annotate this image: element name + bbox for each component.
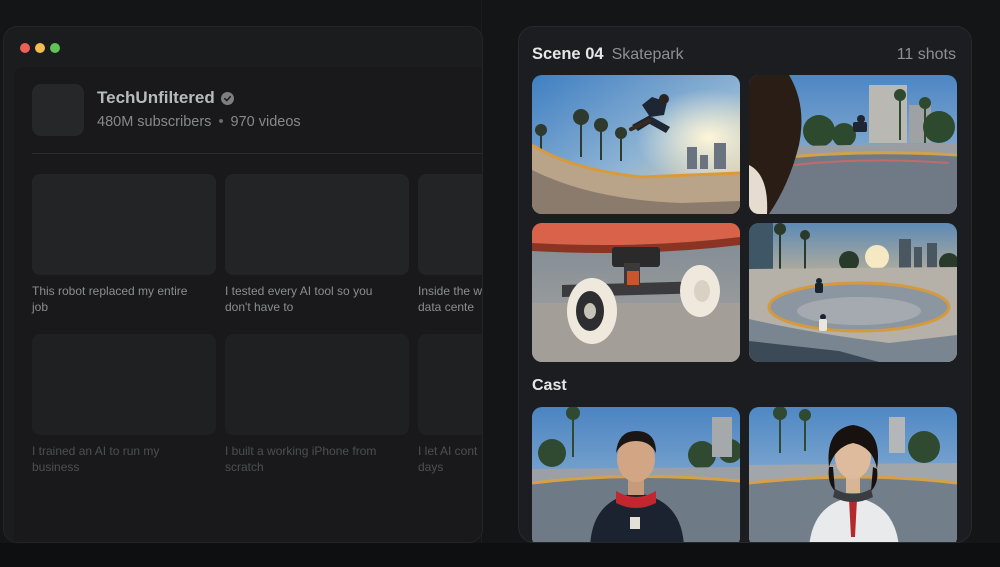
video-card[interactable]: I built a working iPhone from scratch	[225, 334, 409, 475]
video-thumbnail[interactable]	[225, 334, 409, 435]
maximize-window-button[interactable]	[50, 43, 60, 53]
video-title[interactable]: I tested every AI tool so you don't have…	[225, 283, 409, 315]
header-divider	[32, 153, 482, 154]
cast-section-title: Cast	[532, 377, 567, 394]
video-title[interactable]: I trained an AI to run my business	[32, 443, 216, 475]
bottom-band	[0, 543, 1000, 567]
cast-thumbnail-red-hoodie[interactable]	[532, 407, 740, 542]
video-thumbnail[interactable]	[225, 174, 409, 275]
scene-header: Scene 04 Skatepark 11 shots	[532, 45, 956, 64]
video-card[interactable]: This robot replaced my entire job	[32, 174, 216, 315]
shot-thumbnail-over-shoulder[interactable]	[749, 75, 957, 214]
channel-name[interactable]: TechUnfiltered	[97, 88, 215, 108]
channel-window: TechUnfiltered 480M subscribers • 970 vi…	[3, 26, 483, 543]
video-title[interactable]: Inside the w data cente	[418, 283, 482, 315]
video-count: 970 videos	[230, 114, 301, 130]
close-window-button[interactable]	[20, 43, 30, 53]
channel-avatar[interactable]	[32, 84, 84, 136]
video-card[interactable]: I trained an AI to run my business	[32, 334, 216, 475]
minimize-window-button[interactable]	[35, 43, 45, 53]
window-titlebar	[4, 27, 482, 67]
video-card[interactable]: I let AI cont days	[418, 334, 482, 475]
subscriber-count: 480M subscribers	[97, 114, 212, 130]
storyboard-panel: Scene 04 Skatepark 11 shots Cast	[518, 26, 972, 543]
video-title[interactable]: This robot replaced my entire job	[32, 283, 216, 315]
video-thumbnail[interactable]	[418, 334, 482, 435]
video-card[interactable]: Inside the w data cente	[418, 174, 482, 315]
meta-separator: •	[218, 114, 224, 130]
video-thumbnail[interactable]	[32, 334, 216, 435]
verified-check-icon	[220, 91, 234, 105]
video-card[interactable]: I tested every AI tool so you don't have…	[225, 174, 409, 315]
shot-count: 11 shots	[896, 46, 956, 63]
scene-number: Scene 04	[532, 45, 604, 63]
video-thumbnail[interactable]	[32, 174, 216, 275]
scene-name: Skatepark	[611, 46, 684, 63]
desktop-stage: TechUnfiltered 480M subscribers • 970 vi…	[0, 0, 1000, 567]
channel-page: TechUnfiltered 480M subscribers • 970 vi…	[14, 67, 482, 542]
video-grid: This robot replaced my entire job I test…	[32, 174, 482, 494]
video-title[interactable]: I let AI cont days	[418, 443, 482, 475]
channel-name-row: TechUnfiltered	[97, 88, 234, 108]
video-title[interactable]: I built a working iPhone from scratch	[225, 443, 409, 475]
video-thumbnail[interactable]	[418, 174, 482, 275]
channel-meta: 480M subscribers • 970 videos	[97, 114, 301, 130]
shot-thumbnail-wide-skatepark[interactable]	[749, 223, 957, 362]
shot-thumbnail-truck-closeup[interactable]	[532, 223, 740, 362]
cast-thumbnail-headphones[interactable]	[749, 407, 957, 542]
shot-thumbnail-skater-jump[interactable]	[532, 75, 740, 214]
channel-header: TechUnfiltered 480M subscribers • 970 vi…	[32, 84, 482, 136]
